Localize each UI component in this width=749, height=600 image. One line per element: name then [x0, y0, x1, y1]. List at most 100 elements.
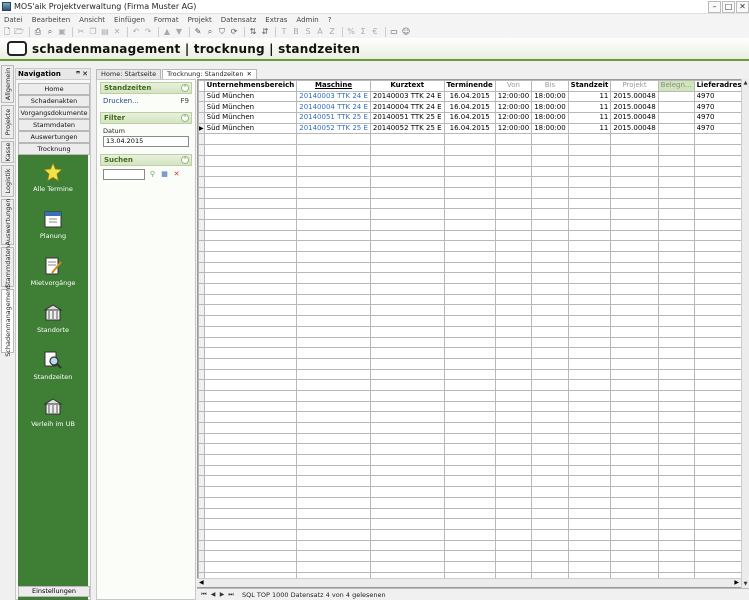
- table-cell[interactable]: [369, 165, 445, 178]
- table-cell[interactable]: [531, 272, 569, 285]
- text-format-icon[interactable]: T: [279, 27, 289, 37]
- table-cell[interactable]: [610, 347, 659, 359]
- table-cell[interactable]: [494, 144, 533, 156]
- redo-icon[interactable]: ↷: [143, 27, 153, 37]
- table-cell[interactable]: [567, 496, 612, 509]
- table-cell[interactable]: [657, 112, 695, 124]
- table-cell[interactable]: [531, 464, 569, 477]
- column-header[interactable]: Projekt: [610, 80, 659, 92]
- table-cell[interactable]: [567, 443, 612, 456]
- table-cell[interactable]: [657, 464, 695, 477]
- table-cell[interactable]: [494, 165, 533, 178]
- table-cell[interactable]: 16.04.2015: [443, 112, 496, 124]
- table-cell[interactable]: [610, 357, 659, 370]
- table-cell[interactable]: [296, 304, 371, 317]
- table-cell[interactable]: [494, 389, 533, 402]
- table-cell[interactable]: [657, 176, 695, 188]
- table-cell[interactable]: [369, 496, 445, 509]
- table-cell[interactable]: [531, 432, 569, 445]
- table-row[interactable]: [198, 208, 748, 220]
- table-cell[interactable]: [443, 507, 496, 520]
- table-cell[interactable]: [369, 518, 445, 530]
- table-cell[interactable]: 16.04.2015: [443, 101, 496, 114]
- tab-home-startseite[interactable]: Home: Startseite: [96, 69, 162, 79]
- table-cell[interactable]: [443, 165, 496, 178]
- edit-pencil-icon[interactable]: ✎: [193, 27, 203, 37]
- table-cell[interactable]: [531, 443, 569, 456]
- table-cell[interactable]: [296, 315, 371, 327]
- table-cell[interactable]: [203, 411, 298, 423]
- table-cell[interactable]: [494, 379, 533, 391]
- nav-tile-standorte[interactable]: Standorte: [18, 300, 88, 344]
- table-cell[interactable]: [567, 261, 612, 274]
- table-cell[interactable]: [494, 475, 533, 488]
- table-cell[interactable]: Süd München: [203, 112, 298, 124]
- table-cell[interactable]: [203, 496, 298, 509]
- table-cell[interactable]: [369, 411, 445, 423]
- table-cell[interactable]: [369, 186, 445, 199]
- table-cell[interactable]: [610, 528, 659, 541]
- nav-tile-verleih-im-ub[interactable]: Verleih im UB: [18, 394, 88, 438]
- table-cell[interactable]: [369, 283, 445, 295]
- table-cell[interactable]: [203, 539, 298, 552]
- table-cell[interactable]: [369, 486, 445, 498]
- table-cell[interactable]: 2015.00048: [610, 112, 659, 124]
- table-cell[interactable]: [494, 496, 533, 509]
- table-cell[interactable]: [531, 197, 569, 210]
- table-row[interactable]: [198, 528, 748, 541]
- table-cell[interactable]: [296, 389, 371, 402]
- table-cell[interactable]: [203, 272, 298, 285]
- table-cell[interactable]: [657, 389, 695, 402]
- table-cell[interactable]: [296, 229, 371, 242]
- table-cell[interactable]: [203, 486, 298, 498]
- column-header[interactable]: Maschine: [296, 80, 371, 92]
- table-cell[interactable]: [531, 422, 569, 434]
- table-cell[interactable]: [443, 336, 496, 349]
- table-cell[interactable]: [610, 240, 659, 252]
- table-cell[interactable]: [203, 144, 298, 156]
- column-header[interactable]: Kurztext: [369, 80, 445, 92]
- table-cell[interactable]: [369, 507, 445, 520]
- table-cell[interactable]: [494, 347, 533, 359]
- table-cell[interactable]: [494, 186, 533, 199]
- vertical-scrollbar[interactable]: ▲ ▼: [741, 79, 749, 588]
- table-cell[interactable]: 2015.00048: [610, 101, 659, 114]
- table-cell[interactable]: [494, 218, 533, 231]
- table-cell[interactable]: [610, 186, 659, 199]
- table-cell[interactable]: [657, 229, 695, 242]
- table-cell[interactable]: [203, 507, 298, 520]
- table-cell[interactable]: [567, 528, 612, 541]
- menu-format[interactable]: Format: [150, 14, 184, 25]
- table-cell[interactable]: [443, 218, 496, 231]
- table-cell[interactable]: [531, 528, 569, 541]
- table-cell[interactable]: [610, 304, 659, 317]
- table-cell[interactable]: [443, 357, 496, 370]
- table-cell[interactable]: [657, 560, 695, 573]
- table-cell[interactable]: [203, 475, 298, 488]
- table-row[interactable]: [198, 422, 748, 434]
- table-cell[interactable]: [296, 550, 371, 562]
- table-cell[interactable]: [443, 261, 496, 274]
- table-cell[interactable]: [531, 507, 569, 520]
- table-cell[interactable]: [657, 486, 695, 498]
- nav-tile-planung[interactable]: Planung: [18, 206, 88, 250]
- table-cell[interactable]: [296, 357, 371, 370]
- table-cell[interactable]: [567, 293, 612, 306]
- table-cell[interactable]: [369, 528, 445, 541]
- table-cell[interactable]: [369, 379, 445, 391]
- table-cell[interactable]: [531, 454, 569, 466]
- table-cell[interactable]: [296, 261, 371, 274]
- table-cell[interactable]: [657, 197, 695, 210]
- table-cell[interactable]: [296, 336, 371, 349]
- table-cell[interactable]: [494, 176, 533, 188]
- table-row[interactable]: [198, 240, 748, 252]
- table-cell[interactable]: [443, 325, 496, 338]
- table-cell[interactable]: [610, 539, 659, 552]
- table-cell[interactable]: [369, 432, 445, 445]
- table-row[interactable]: [198, 347, 748, 359]
- table-cell[interactable]: [369, 539, 445, 552]
- sort-ascending-icon[interactable]: ⇅: [248, 27, 258, 37]
- table-cell[interactable]: [567, 144, 612, 156]
- table-cell[interactable]: [494, 539, 533, 552]
- table-cell[interactable]: 11: [567, 112, 612, 124]
